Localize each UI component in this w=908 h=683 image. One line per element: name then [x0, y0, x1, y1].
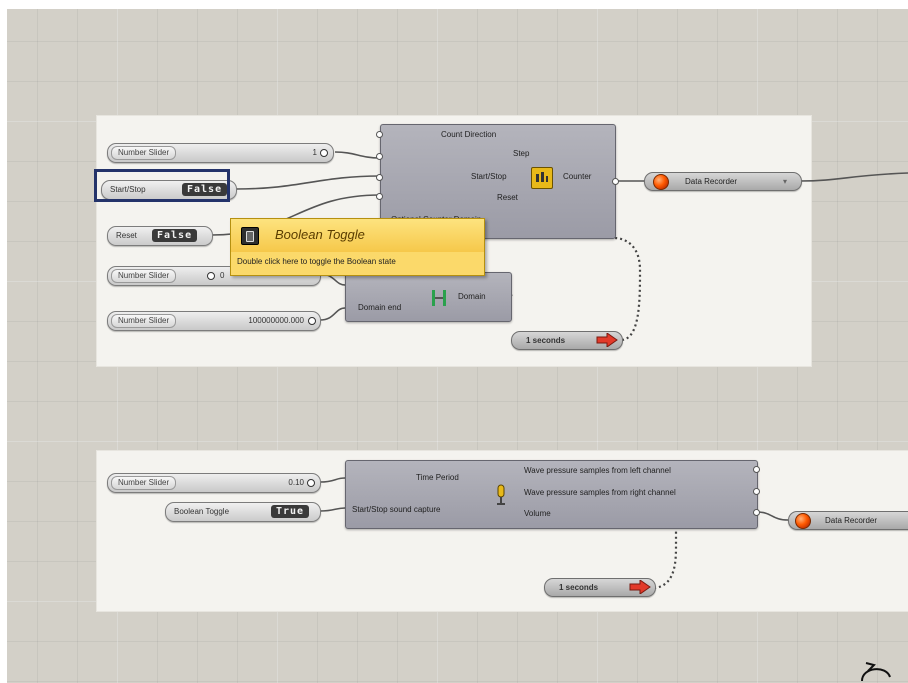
slider-label: Number Slider — [111, 476, 177, 490]
toggle-label: Reset — [116, 231, 137, 240]
counter-icon — [531, 167, 553, 189]
slider-knob[interactable] — [308, 317, 316, 325]
record-icon — [653, 174, 669, 190]
timer-1[interactable]: 1 seconds — [511, 331, 623, 350]
input-step[interactable]: Step — [513, 149, 529, 158]
counter-port-in-2[interactable] — [376, 153, 383, 160]
output-volume[interactable]: Volume — [524, 509, 551, 518]
sound-port-out-2[interactable] — [753, 488, 760, 495]
counter-port-in-3[interactable] — [376, 174, 383, 181]
output-left-channel[interactable]: Wave pressure samples from left channel — [524, 466, 671, 475]
number-slider-domain-end[interactable]: Number Slider 100000000.000 — [107, 311, 321, 331]
toggle-state[interactable]: False — [152, 229, 198, 242]
slider-knob[interactable] — [207, 272, 215, 280]
microphone-icon — [494, 483, 508, 507]
slider-value: 1 — [312, 148, 317, 157]
slider-value: 100000000.000 — [248, 316, 304, 325]
input-count-direction[interactable]: Count Direction — [441, 130, 496, 139]
input-reset[interactable]: Reset — [497, 193, 518, 202]
slider-label: Number Slider — [111, 146, 177, 160]
counter-port-in-1[interactable] — [376, 131, 383, 138]
slider-value: 0 — [220, 271, 225, 280]
output-counter[interactable]: Counter — [563, 172, 591, 181]
input-time-period[interactable]: Time Period — [416, 473, 459, 482]
slider-label: Number Slider — [111, 314, 177, 328]
toggle-label: Boolean Toggle — [174, 507, 230, 516]
sound-port-out-3[interactable] — [753, 509, 760, 516]
tooltip-boolean-toggle: Boolean Toggle Double click here to togg… — [230, 218, 485, 276]
boolean-toggle-reset[interactable]: Reset False — [107, 226, 213, 246]
record-icon — [795, 513, 811, 529]
chevron-down-icon[interactable]: ▾ — [783, 173, 787, 190]
timer-2[interactable]: 1 seconds — [544, 578, 656, 597]
counter-port-out[interactable] — [612, 178, 619, 185]
number-slider-step[interactable]: Number Slider 1 — [107, 143, 334, 163]
slider-knob[interactable] — [320, 149, 328, 157]
timer-label: 1 seconds — [559, 583, 599, 592]
data-recorder-1[interactable]: Data Recorder ▾ — [644, 172, 802, 191]
toggle-icon — [241, 227, 259, 245]
output-domain[interactable]: Domain — [458, 292, 486, 301]
counter-port-in-4[interactable] — [376, 193, 383, 200]
number-slider-time-period[interactable]: Number Slider 0.10 — [107, 473, 321, 493]
input-start-stop-capture[interactable]: Start/Stop sound capture — [352, 505, 441, 514]
arrow-right-icon — [629, 580, 651, 594]
selection-highlight — [94, 169, 230, 202]
tooltip-title: Boolean Toggle — [275, 227, 365, 242]
input-start-stop[interactable]: Start/Stop — [471, 172, 507, 181]
tooltip-description: Double click here to toggle the Boolean … — [237, 257, 396, 266]
construct-domain-component[interactable]: Domain end Domain — [345, 272, 512, 322]
timer-label: 1 seconds — [526, 336, 566, 345]
domain-icon — [430, 288, 448, 308]
toggle-state[interactable]: True — [271, 505, 310, 518]
output-right-channel[interactable]: Wave pressure samples from right channel — [524, 488, 676, 497]
data-recorder-label: Data Recorder — [685, 177, 738, 186]
slider-value: 0.10 — [288, 478, 304, 487]
boolean-toggle-capture[interactable]: Boolean Toggle True — [165, 502, 321, 522]
slider-label: Number Slider — [111, 269, 177, 283]
rotate-view-icon[interactable] — [856, 657, 896, 683]
sound-capture-component[interactable]: Time Period Start/Stop sound capture Wav… — [345, 460, 758, 529]
slider-knob[interactable] — [307, 479, 315, 487]
arrow-right-icon — [596, 333, 618, 347]
data-recorder-2[interactable]: Data Recorder — [788, 511, 908, 530]
input-domain-end[interactable]: Domain end — [358, 303, 401, 312]
sound-port-out-1[interactable] — [753, 466, 760, 473]
data-recorder-label: Data Recorder — [825, 516, 878, 525]
